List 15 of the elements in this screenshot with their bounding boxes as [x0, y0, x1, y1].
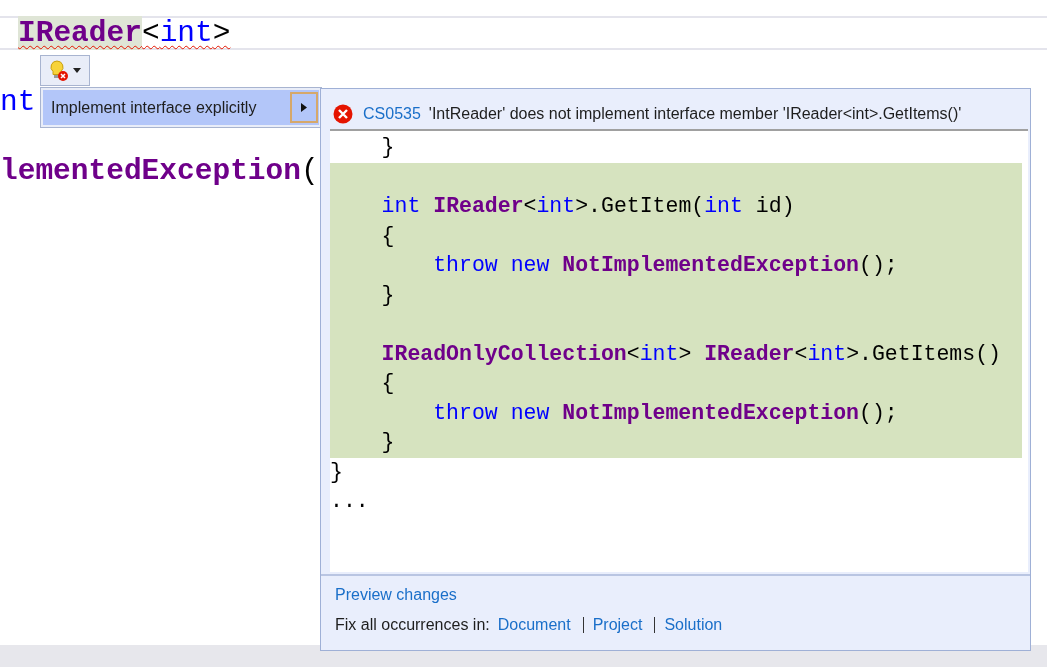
fix-all-label: Fix all occurrences in:: [335, 616, 490, 634]
scope-link[interactable]: Project: [592, 616, 643, 634]
lightbulb-error-icon: [49, 59, 69, 82]
error-code-link[interactable]: CS0535: [363, 105, 421, 122]
code-line: IReader<int>: [18, 18, 231, 48]
lightbulb-button[interactable]: [40, 55, 90, 86]
code-line: lementedException(: [0, 156, 319, 186]
error-message: 'IntReader' does not implement interface member 'IReader<int>.GetItems()': [428, 105, 962, 122]
code-line: nt: [0, 87, 36, 117]
scope-link[interactable]: Solution: [664, 616, 723, 634]
caret-icon: [73, 68, 81, 73]
preview-changes-link[interactable]: Preview changes: [335, 586, 1016, 604]
scope-link[interactable]: Document: [497, 616, 571, 634]
error-icon: [333, 104, 353, 124]
menu-item[interactable]: Implement interface explicitly: [43, 90, 319, 125]
